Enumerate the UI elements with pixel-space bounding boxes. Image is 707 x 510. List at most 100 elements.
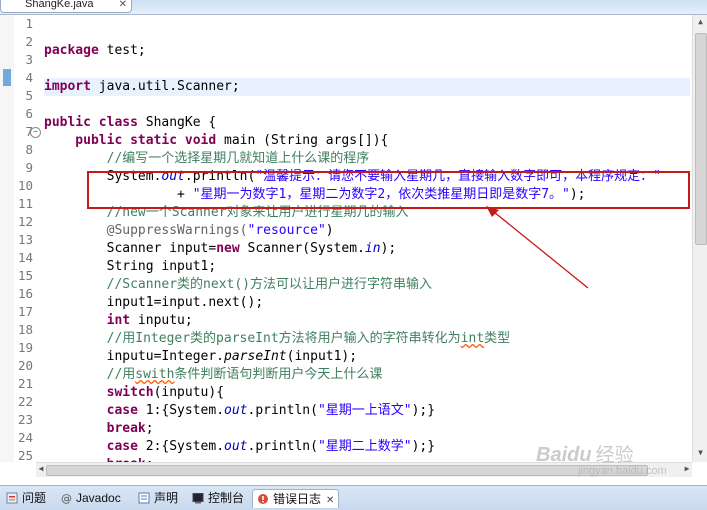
editor-tab-shangke[interactable]: ShangKe.java ✕ <box>0 0 132 13</box>
code-text: input1=input.next(); <box>44 295 264 310</box>
line-number: 4 <box>25 70 33 85</box>
code-line-6: public class ShangKe { <box>44 114 690 132</box>
code-text: (inputu){ <box>153 385 225 400</box>
vertical-scrollbar[interactable]: ▲ ▼ <box>692 15 707 462</box>
line-number: 20 <box>17 358 33 373</box>
line-number: 1 <box>25 16 33 31</box>
code-line-14: String input1; <box>44 258 690 276</box>
line-number: 18 <box>17 322 33 337</box>
line-number: 12 <box>17 214 33 229</box>
line-number: 2 <box>25 34 33 49</box>
keyword: public class <box>44 115 138 130</box>
comment: //用Integer类的parseInt方法将用户输入的字符串转化为 <box>44 331 461 346</box>
code-text: ) <box>325 223 334 238</box>
code-text: 1:{System. <box>137 403 225 418</box>
code-text: 2:{System. <box>137 439 225 454</box>
scroll-left-icon[interactable]: ◀ <box>36 464 46 476</box>
code-text: Scanner(System. <box>239 241 365 256</box>
line-number: 9 <box>25 160 33 175</box>
line-number: 11 <box>17 196 33 211</box>
code-line-18: //用Integer类的parseInt方法将用户输入的字符串转化为int类型 <box>44 330 690 348</box>
code-text: inputu; <box>130 313 193 328</box>
string-literal: "星期二上数学" <box>317 439 412 454</box>
code-text: Scanner input= <box>44 241 217 256</box>
code-text: main (String args[]){ <box>216 133 389 148</box>
comment: //编写一个选择星期几就知道上什么课的程序 <box>44 151 370 166</box>
static-method: parseInt <box>224 349 287 364</box>
comment: //用 <box>44 367 136 382</box>
code-line-12: @SuppressWarnings("resource") <box>44 222 690 240</box>
baidu-jingyan-watermark: Baidu 经验 jingyan.baidu.com <box>536 440 701 486</box>
code-text: ); <box>380 241 397 256</box>
code-text: test; <box>98 43 146 58</box>
string-literal: "星期一上语文" <box>317 403 412 418</box>
string-literal: "resource" <box>247 223 326 238</box>
line-number: 17 <box>17 304 33 319</box>
code-line-17: int inputu; <box>44 312 690 330</box>
code-line-7: public static void main (String args[]){ <box>44 132 690 150</box>
code-line-20: //用swith条件判断语句判断用户今天上什么课 <box>44 366 690 384</box>
console-icon <box>192 493 204 504</box>
tab-label: 控制台 <box>208 491 245 505</box>
code-area[interactable]: package test; import java.util.Scanner; … <box>44 15 690 462</box>
line-number: 14 <box>17 250 33 265</box>
code-text: String input1; <box>44 259 217 274</box>
comment: 条件判断语句判断用户今天上什么课 <box>174 367 383 382</box>
tab-javadoc[interactable]: @ Javadoc <box>56 489 125 508</box>
tab-problems[interactable]: 问题 <box>2 489 50 508</box>
keyword: case <box>44 403 138 418</box>
watermark-url: jingyan.baidu.com <box>578 465 667 477</box>
keyword: case <box>44 439 138 454</box>
line-number: 10 <box>17 178 33 193</box>
view-tab-bar: 问题 @ Javadoc 声明 控制台 错误日志 ✕ <box>0 485 707 510</box>
code-line-16: input1=input.next(); <box>44 294 690 312</box>
line-number: 24 <box>17 430 33 445</box>
static-field: out <box>224 439 248 454</box>
close-icon[interactable]: ✕ <box>119 0 127 12</box>
code-line-22: case 1:{System.out.println("星期一上语文");} <box>44 402 690 420</box>
line-number: 6 <box>25 106 33 121</box>
tab-error-log[interactable]: 错误日志 ✕ <box>252 489 340 508</box>
close-icon[interactable]: ✕ <box>326 495 334 506</box>
line-number: 21 <box>17 376 33 391</box>
line-number: 19 <box>17 340 33 355</box>
scrollbar-thumb[interactable] <box>695 33 707 245</box>
comment: //Scanner类的next()方法可以让用户进行字符串输入 <box>44 277 433 292</box>
code-text: .println( <box>247 403 318 418</box>
tab-label: 问题 <box>22 491 47 505</box>
code-line-23: break; <box>44 420 690 438</box>
tab-label: Javadoc <box>76 491 121 505</box>
code-line-2: package test; <box>44 42 690 60</box>
static-field: in <box>364 241 381 256</box>
declaration-icon <box>138 492 150 504</box>
marker-ruler <box>0 15 14 462</box>
line-number: 13 <box>17 232 33 247</box>
highlight-box <box>87 171 690 209</box>
line-number: 5 <box>25 88 33 103</box>
annotation: @SuppressWarnings( <box>44 223 248 238</box>
code-line-19: inputu=Integer.parseInt(input1); <box>44 348 690 366</box>
code-line-8: //编写一个选择星期几就知道上什么课的程序 <box>44 150 690 168</box>
tab-console[interactable]: 控制台 <box>188 489 248 508</box>
code-text: );} <box>411 403 436 418</box>
line-number: 25 <box>17 448 33 463</box>
line-number-gutter: 1234567891011121314151617181920212223242… <box>14 15 36 463</box>
problems-icon <box>6 492 18 504</box>
line-number: 22 <box>17 394 33 409</box>
code-line-21: switch(inputu){ <box>44 384 690 402</box>
svg-text:@: @ <box>61 492 72 504</box>
code-editor[interactable]: 1234567891011121314151617181920212223242… <box>0 15 707 463</box>
change-marker-icon <box>3 69 11 86</box>
code-text: );} <box>411 439 436 454</box>
tab-declaration[interactable]: 声明 <box>134 489 182 508</box>
line-number: 16 <box>17 286 33 301</box>
scroll-up-icon[interactable]: ▲ <box>695 17 706 29</box>
keyword: import <box>44 79 91 94</box>
editor-tab-label: ShangKe.java <box>25 0 94 10</box>
javadoc-at-icon: @ <box>61 492 72 504</box>
fold-collapse-icon[interactable]: − <box>30 127 41 138</box>
line-number: 8 <box>25 142 33 157</box>
code-text: ; <box>145 421 154 436</box>
code-line-4: import java.util.Scanner; <box>44 78 690 96</box>
keyword: package <box>44 43 99 58</box>
